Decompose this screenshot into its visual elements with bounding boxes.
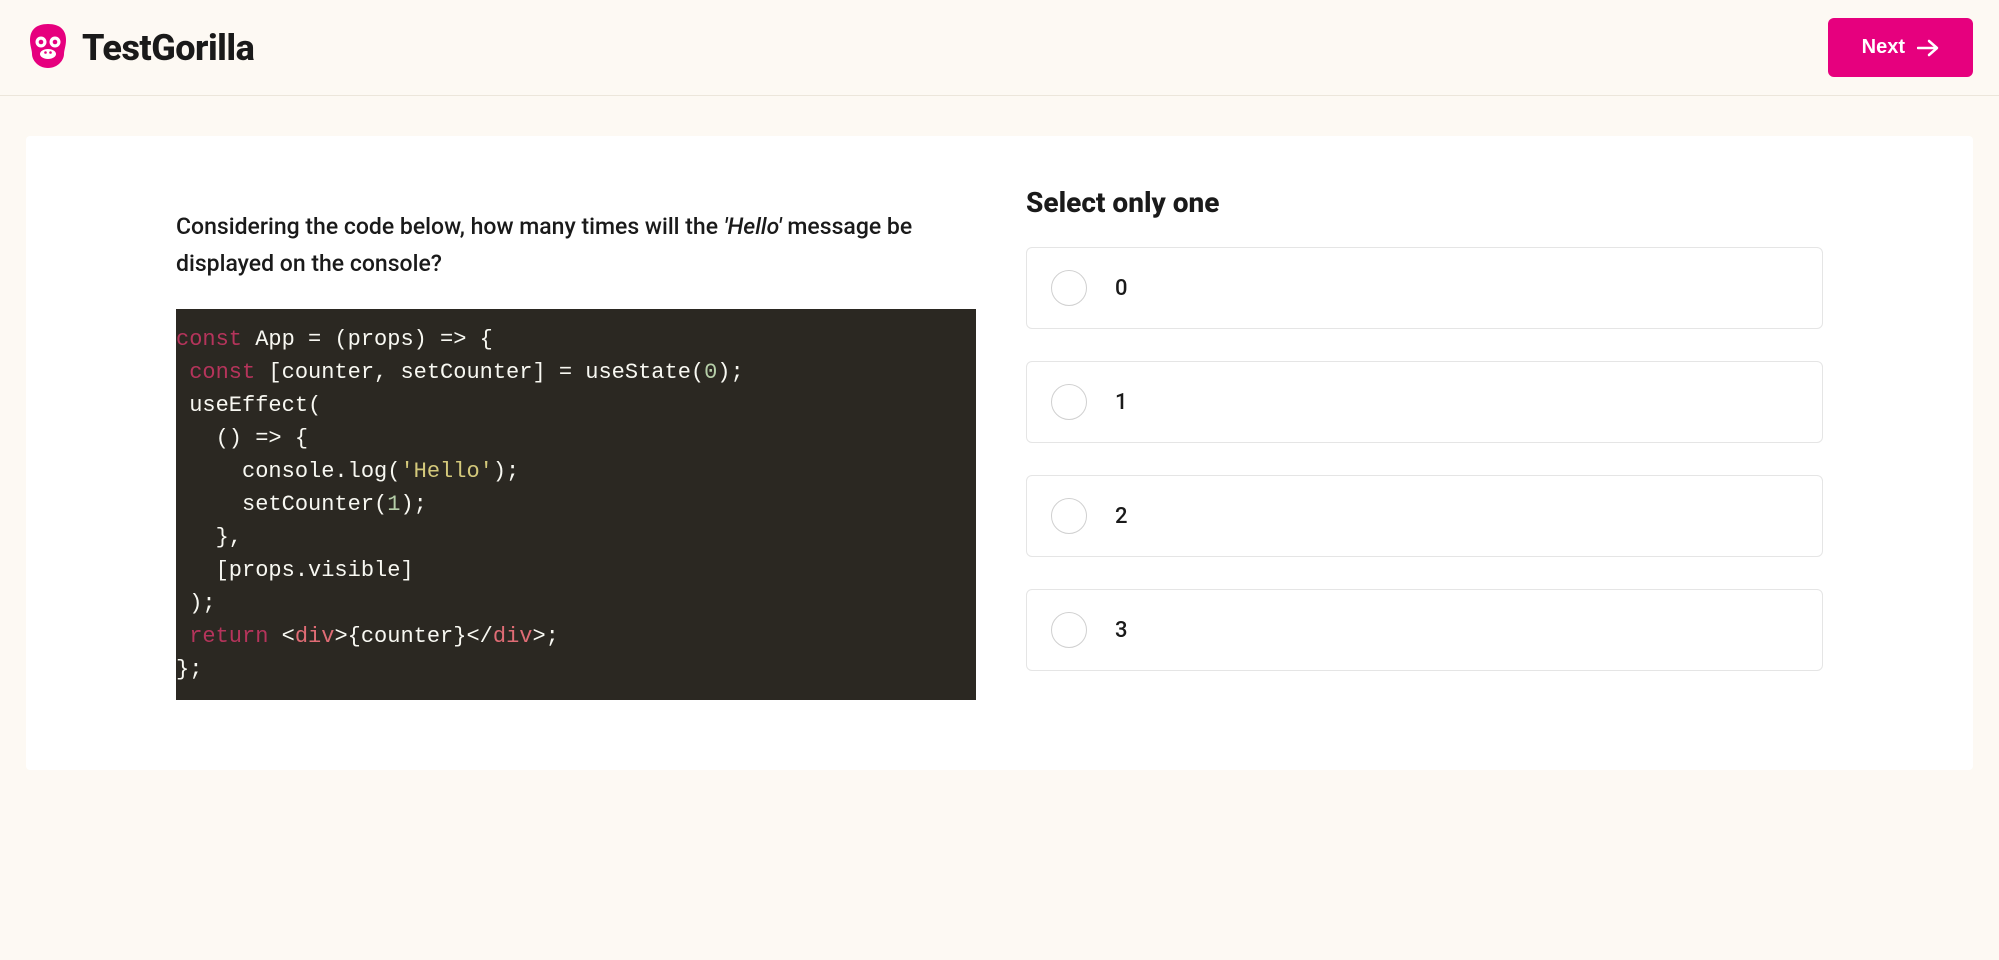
code-token: const (176, 327, 242, 352)
answer-option-label: 3 (1115, 618, 1128, 643)
code-block: const App = (props) => { const [counter,… (176, 309, 976, 700)
code-token: ); (176, 591, 216, 616)
app-header: TestGorilla Next (0, 0, 1999, 96)
code-token: ); (717, 360, 743, 385)
radio-icon (1051, 384, 1087, 420)
code-token: () => { (176, 426, 308, 451)
code-token: >{counter}</ (334, 624, 492, 649)
radio-icon (1051, 498, 1087, 534)
next-button[interactable]: Next (1828, 18, 1973, 77)
gorilla-icon (26, 22, 70, 74)
code-token: [counter, setCounter] = useState( (255, 360, 704, 385)
code-token: const (189, 360, 255, 385)
code-token: ); (400, 492, 426, 517)
answer-option-2[interactable]: 2 (1026, 475, 1823, 557)
code-token (176, 624, 189, 649)
code-token (176, 360, 189, 385)
code-token: 'Hello' (400, 459, 492, 484)
answer-option-label: 1 (1115, 390, 1128, 415)
code-token: }, (176, 525, 242, 550)
arrow-right-icon (1917, 39, 1939, 57)
code-token: >; (532, 624, 558, 649)
code-token: 1 (387, 492, 400, 517)
answer-option-0[interactable]: 0 (1026, 247, 1823, 329)
question-emph: 'Hello' (724, 213, 782, 240)
code-token: setCounter( (176, 492, 387, 517)
code-token: [props.visible] (176, 558, 414, 583)
code-token: }; (176, 657, 202, 682)
answer-option-label: 2 (1115, 504, 1128, 529)
radio-icon (1051, 270, 1087, 306)
code-token: return (189, 624, 268, 649)
question-card: Considering the code below, how many tim… (26, 136, 1973, 770)
code-token: ); (493, 459, 519, 484)
radio-icon (1051, 612, 1087, 648)
brand-logo: TestGorilla (26, 22, 254, 74)
code-token: 0 (704, 360, 717, 385)
answer-option-1[interactable]: 1 (1026, 361, 1823, 443)
code-token: useEffect( (176, 393, 321, 418)
code-token: < (268, 624, 294, 649)
answer-option-3[interactable]: 3 (1026, 589, 1823, 671)
answer-instruction: Select only one (1026, 186, 1823, 219)
code-token: App = (props) => { (242, 327, 493, 352)
answer-options: 0 1 2 3 (1026, 247, 1823, 671)
brand-name: TestGorilla (82, 27, 254, 69)
code-token: console.log( (176, 459, 400, 484)
question-text: Considering the code below, how many tim… (176, 209, 976, 283)
code-token: div (295, 624, 335, 649)
question-prefix: Considering the code below, how many tim… (176, 213, 724, 240)
next-button-label: Next (1862, 36, 1905, 59)
answer-option-label: 0 (1115, 276, 1128, 301)
code-token: div (493, 624, 533, 649)
